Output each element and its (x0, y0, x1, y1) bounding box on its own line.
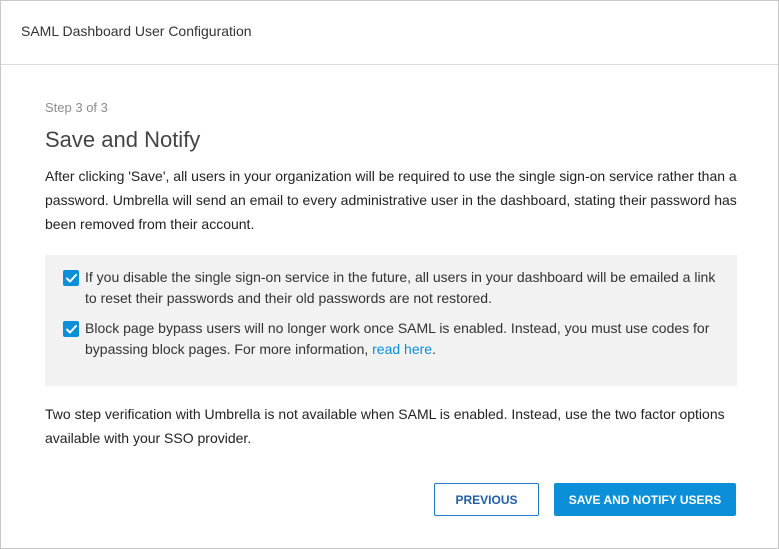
save-and-notify-users-button[interactable]: SAVE AND NOTIFY USERS (554, 483, 736, 516)
checkmark-icon (65, 273, 77, 282)
block-page-bypass-text: Block page bypass users will no longer w… (85, 318, 719, 360)
password-reset-checkbox[interactable] (63, 270, 79, 286)
two-step-verification-note: Two step verification with Umbrella is n… (45, 406, 725, 446)
intro-text: After clicking 'Save', all users in your… (45, 168, 737, 232)
acknowledgement-row-block-page: Block page bypass users will no longer w… (63, 318, 719, 360)
block-page-bypass-checkbox[interactable] (63, 321, 79, 337)
section-heading: Save and Notify (45, 127, 201, 152)
saml-config-dialog: SAML Dashboard User Configuration Step 3… (0, 0, 779, 549)
acknowledgement-row-password-reset: If you disable the single sign-on servic… (63, 267, 719, 309)
dialog-body: Step 3 of 3 Save and Notify After clicki… (45, 100, 745, 446)
password-reset-text: If you disable the single sign-on servic… (85, 269, 716, 306)
step-indicator: Step 3 of 3 (45, 100, 108, 115)
previous-button[interactable]: PREVIOUS (434, 483, 539, 516)
dialog-title: SAML Dashboard User Configuration (21, 22, 252, 39)
block-page-bypass-period: . (432, 341, 436, 357)
checkmark-icon (65, 324, 77, 333)
acknowledgement-panel: If you disable the single sign-on servic… (45, 255, 737, 386)
read-here-link[interactable]: read here (372, 341, 432, 357)
dialog-header: SAML Dashboard User Configuration (1, 1, 778, 65)
